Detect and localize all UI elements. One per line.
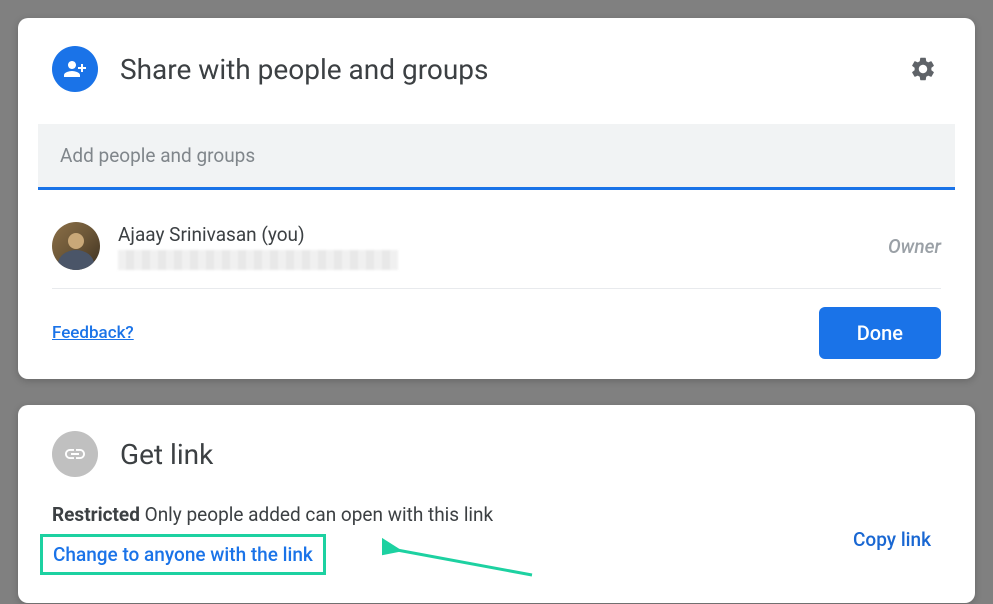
get-link-header: Get link xyxy=(52,431,941,477)
person-name: Ajaay Srinivasan (you) xyxy=(118,223,870,246)
link-status-restricted: Restricted xyxy=(52,503,140,526)
gear-icon xyxy=(909,55,937,83)
share-header: Share with people and groups xyxy=(52,46,941,92)
link-status: Restricted Only people added can open wi… xyxy=(52,503,823,526)
add-people-input[interactable] xyxy=(38,124,955,187)
change-link-highlight: Change to anyone with the link xyxy=(40,534,326,575)
link-icon xyxy=(52,431,98,477)
share-title: Share with people and groups xyxy=(120,53,883,86)
done-button[interactable]: Done xyxy=(819,307,941,359)
people-input-container xyxy=(38,124,955,190)
link-text-area: Restricted Only people added can open wi… xyxy=(52,503,823,575)
settings-button[interactable] xyxy=(905,51,941,87)
get-link-dialog: Get link Restricted Only people added ca… xyxy=(18,405,975,603)
copy-link-button[interactable]: Copy link xyxy=(843,520,941,559)
get-link-body: Restricted Only people added can open wi… xyxy=(52,503,941,575)
person-row: Ajaay Srinivasan (you) Owner xyxy=(52,214,941,289)
change-access-link[interactable]: Change to anyone with the link xyxy=(53,543,313,566)
feedback-link[interactable]: Feedback? xyxy=(52,323,134,343)
person-add-icon xyxy=(52,46,98,92)
get-link-title: Get link xyxy=(120,438,941,471)
person-info: Ajaay Srinivasan (you) xyxy=(118,223,870,270)
person-email-redacted xyxy=(118,250,398,270)
share-dialog: Share with people and groups Ajaay Srini… xyxy=(18,18,975,379)
link-status-description: Only people added can open with this lin… xyxy=(140,503,493,526)
avatar xyxy=(52,222,100,270)
share-footer: Feedback? Done xyxy=(52,289,941,359)
person-role: Owner xyxy=(888,235,941,258)
